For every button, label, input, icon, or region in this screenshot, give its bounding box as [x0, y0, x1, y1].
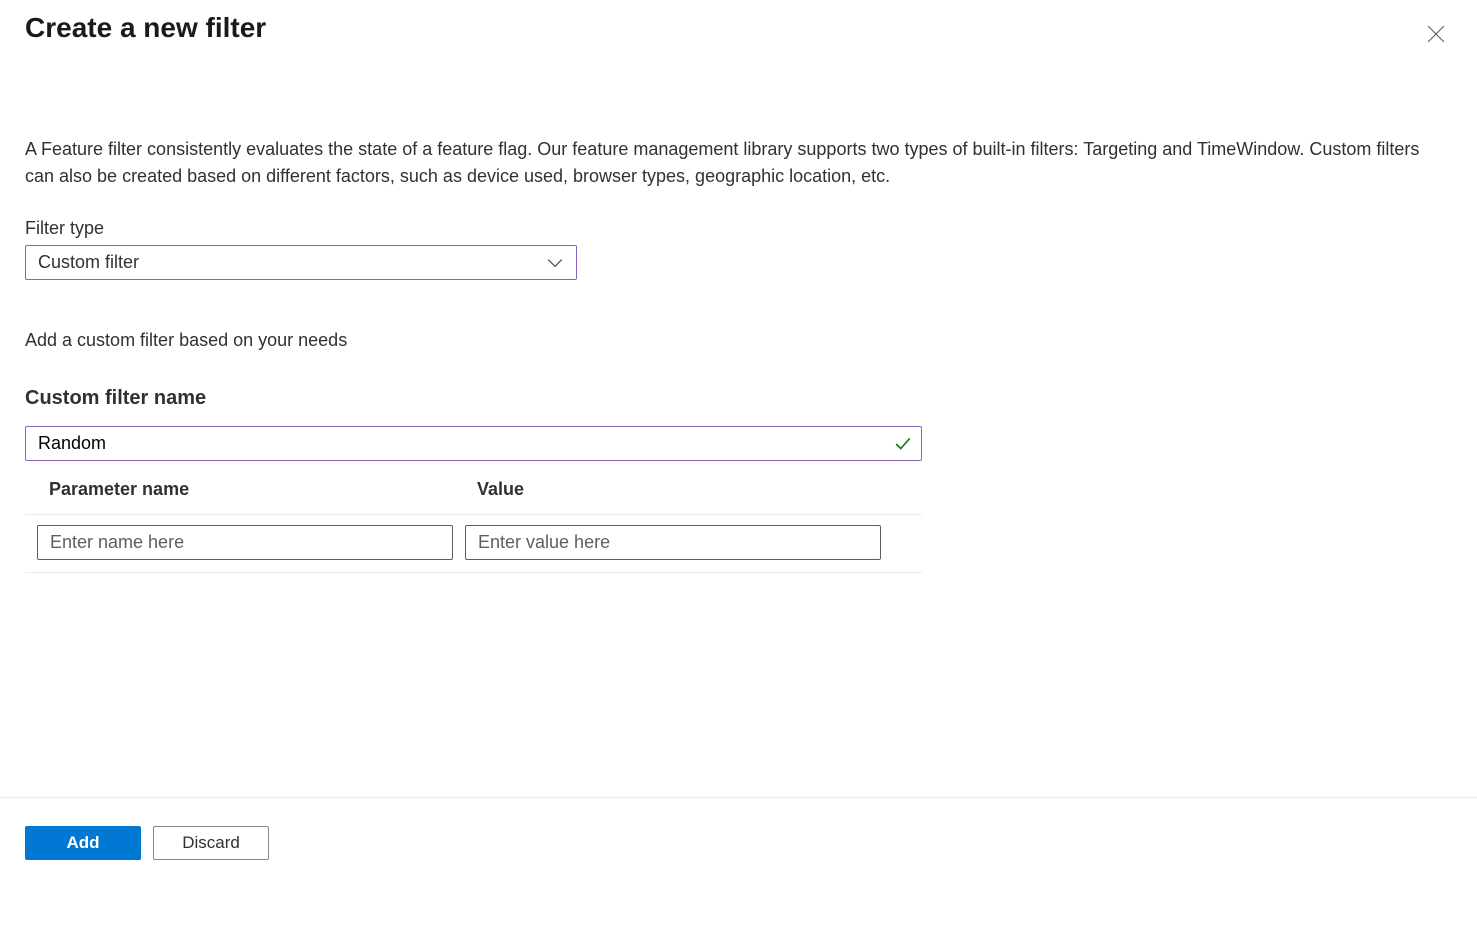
parameter-name-header: Parameter name — [49, 479, 477, 500]
close-button[interactable] — [1420, 18, 1452, 50]
parameters-header-row: Parameter name Value — [25, 479, 922, 515]
page-title: Create a new filter — [25, 12, 266, 44]
chevron-down-icon — [546, 254, 564, 272]
add-button[interactable]: Add — [25, 826, 141, 860]
parameter-value-input[interactable] — [465, 525, 881, 560]
parameter-name-input[interactable] — [37, 525, 453, 560]
parameter-row — [25, 515, 922, 573]
custom-filter-name-input[interactable] — [25, 426, 922, 461]
filter-type-dropdown[interactable]: Custom filter — [25, 245, 577, 280]
parameters-table: Parameter name Value — [25, 479, 922, 573]
description-text: A Feature filter consistently evaluates … — [25, 136, 1452, 190]
help-text: Add a custom filter based on your needs — [25, 330, 1452, 351]
filter-type-label: Filter type — [25, 218, 1452, 239]
parameter-value-header: Value — [477, 479, 922, 500]
check-icon — [894, 435, 912, 453]
filter-type-selected: Custom filter — [38, 252, 139, 273]
close-icon — [1427, 25, 1445, 43]
discard-button[interactable]: Discard — [153, 826, 269, 860]
footer-actions: Add Discard — [0, 797, 1477, 860]
custom-filter-name-label: Custom filter name — [25, 387, 1452, 410]
